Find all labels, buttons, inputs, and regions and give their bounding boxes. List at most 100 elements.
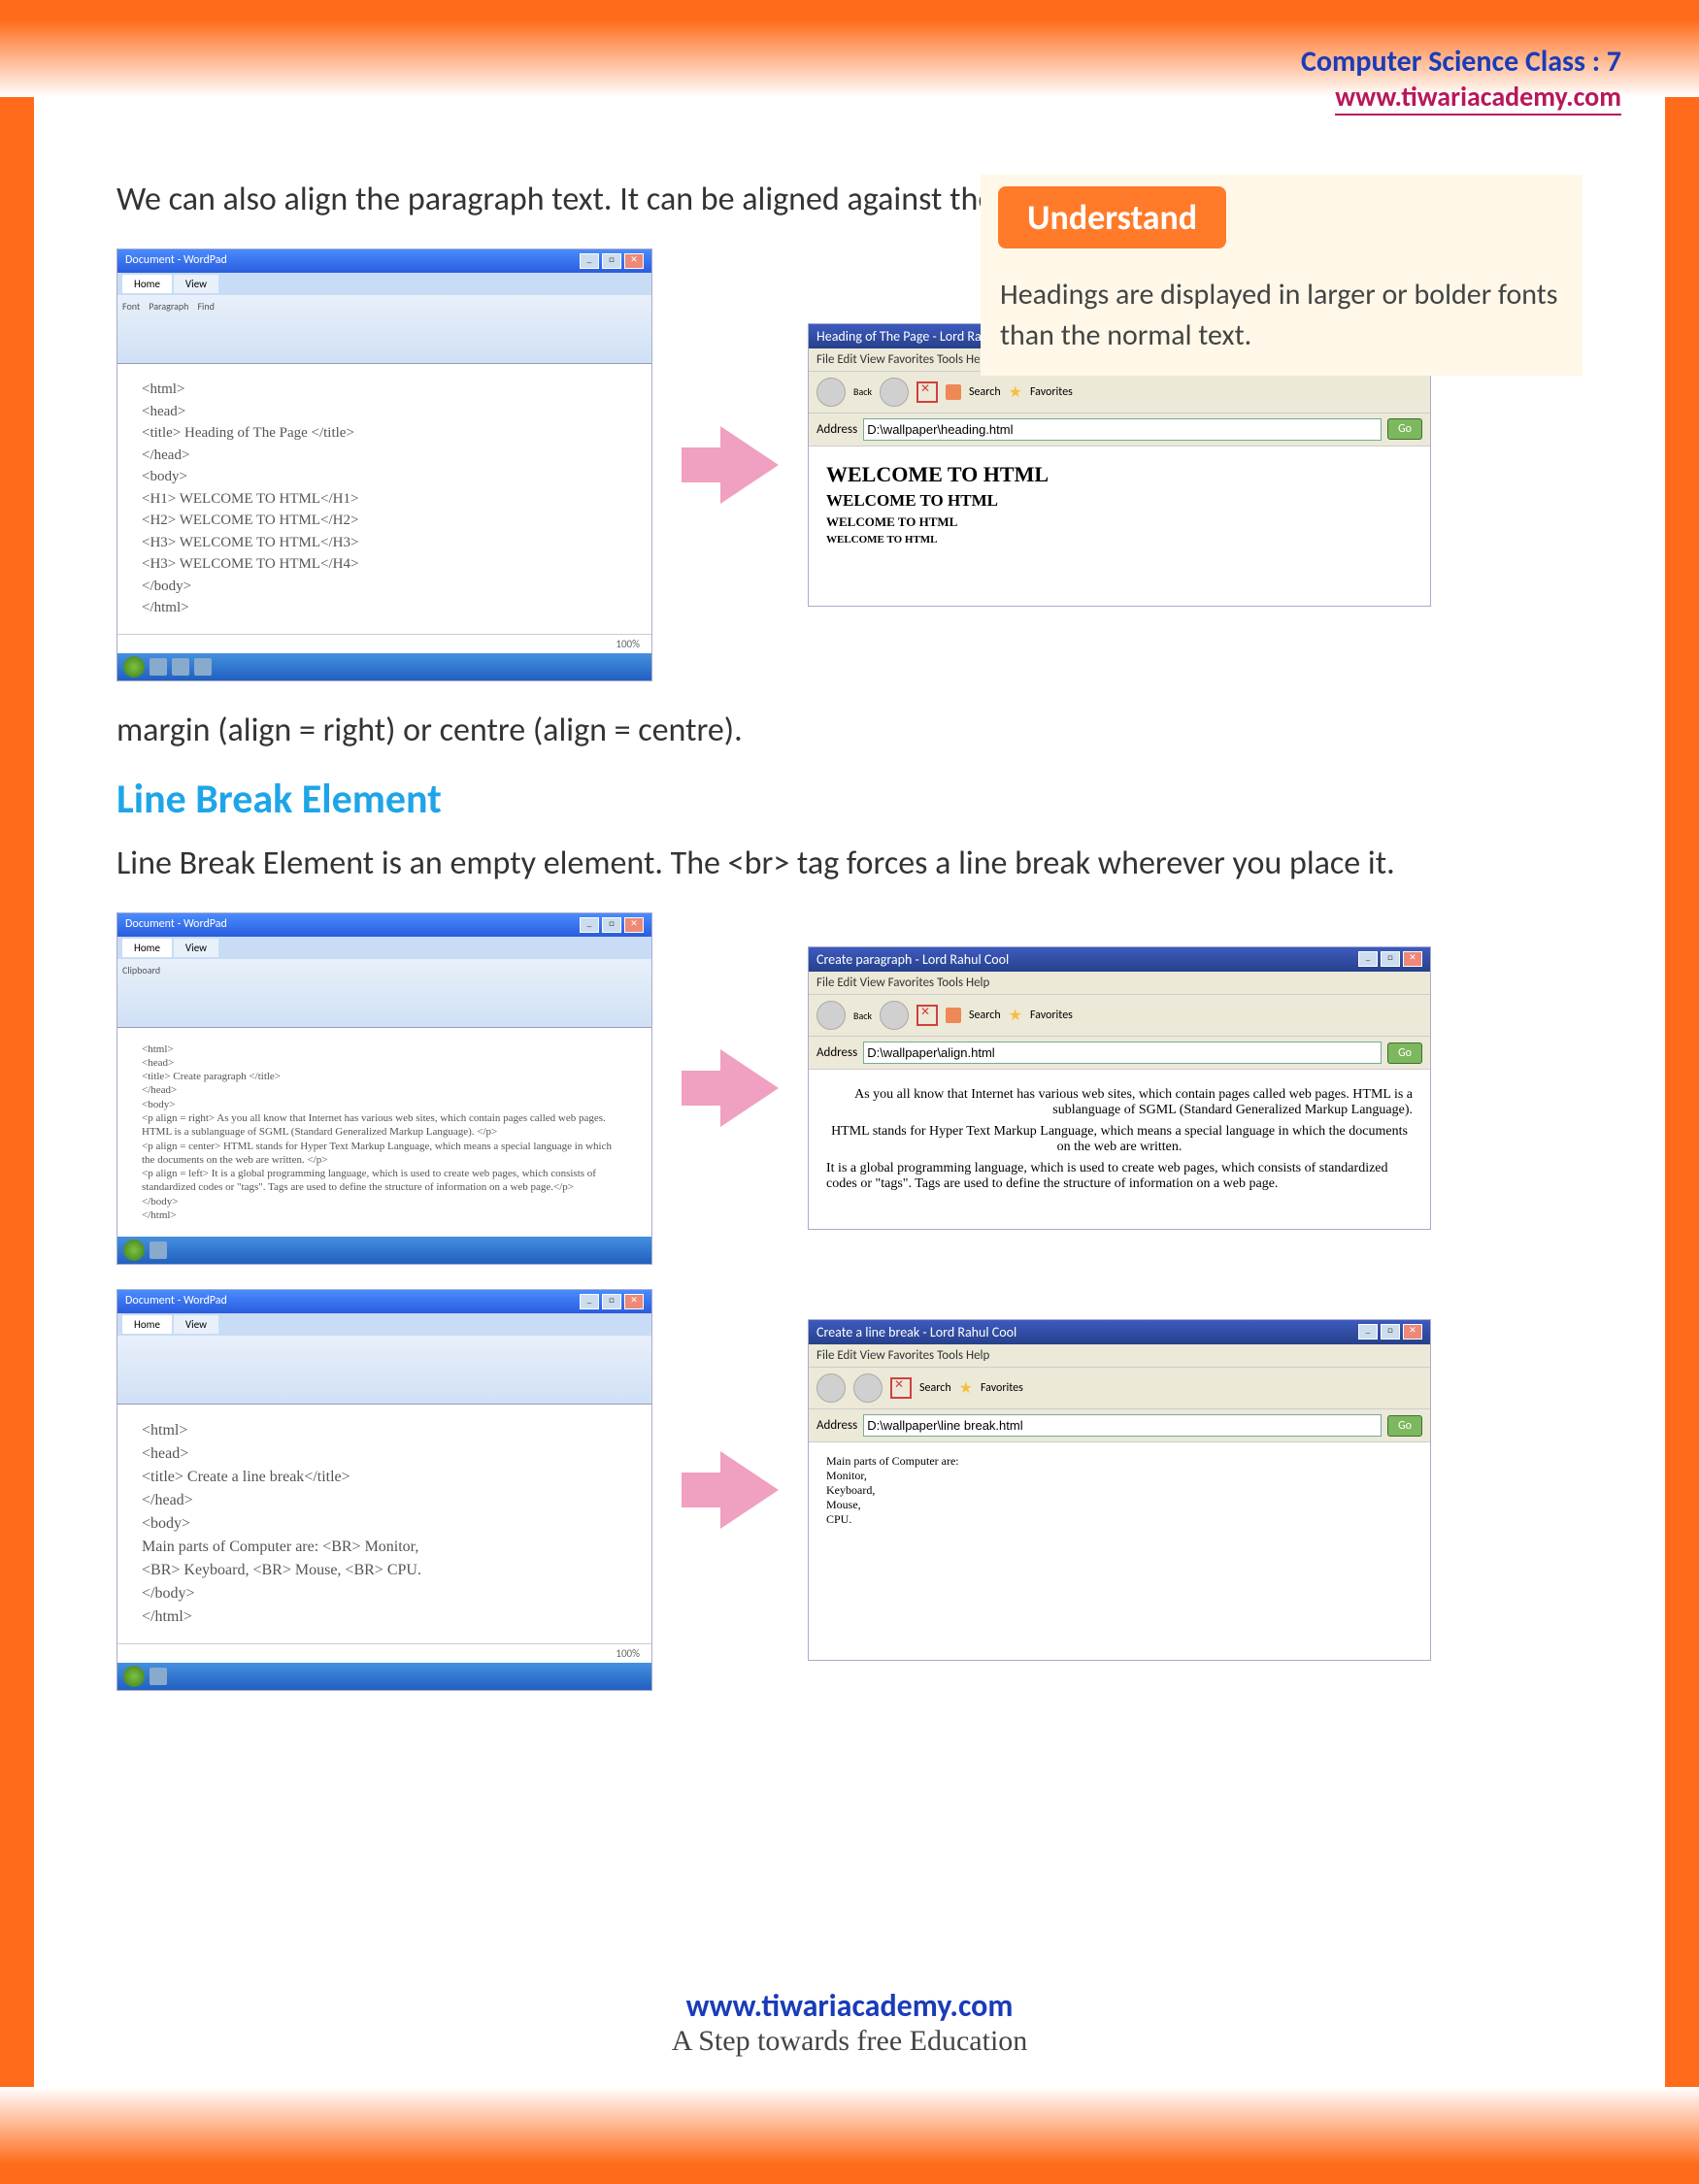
address-input[interactable]: [863, 1042, 1382, 1064]
task-icon[interactable]: [150, 658, 167, 676]
maximize-icon[interactable]: □: [602, 1294, 621, 1309]
wordpad-titlebar: Document - WordPad_□✕: [117, 249, 651, 273]
tab-home[interactable]: Home: [122, 275, 172, 293]
maximize-icon[interactable]: □: [1381, 951, 1400, 967]
clip-group: Clipboard: [122, 964, 160, 976]
go-button[interactable]: Go: [1387, 418, 1422, 440]
close-icon[interactable]: ✕: [1403, 1324, 1422, 1340]
favorites-star-icon[interactable]: ★: [1009, 382, 1022, 402]
refresh-icon[interactable]: [946, 1008, 961, 1023]
forward-button[interactable]: [880, 1001, 909, 1030]
tab-view[interactable]: View: [174, 939, 218, 957]
window-controls: _□✕: [580, 253, 644, 269]
address-input[interactable]: [863, 418, 1382, 441]
search-label[interactable]: Search: [969, 385, 1001, 399]
start-orb-icon[interactable]: [123, 656, 145, 678]
code-area-3: <html> <head> <title> Create a line brea…: [117, 1405, 651, 1643]
code-line: <title> Heading of The Page </title>: [142, 422, 627, 445]
start-orb-icon[interactable]: [123, 1240, 145, 1261]
ie-toolbar: BackSearch★Favorites: [809, 995, 1430, 1037]
close-icon[interactable]: ✕: [624, 917, 644, 933]
taskbar: [117, 1237, 651, 1264]
arrow-icon: [720, 1049, 779, 1127]
tab-home[interactable]: Home: [122, 1315, 172, 1334]
main-content: We can also align the paragraph text. It…: [117, 175, 1582, 1715]
address-bar: AddressGo: [809, 1037, 1430, 1070]
find-btn[interactable]: Find: [197, 300, 214, 313]
code-line: </head>: [142, 445, 627, 467]
example-row-2: Document - WordPad_□✕ HomeView Clipboard…: [117, 912, 1582, 1266]
ribbon-tabs: HomeView: [117, 273, 651, 295]
stop-icon[interactable]: [890, 1377, 912, 1399]
code-line: <BR> Keyboard, <BR> Mouse, <BR> CPU.: [142, 1559, 627, 1582]
refresh-icon[interactable]: [946, 384, 961, 400]
code-line: </body>: [142, 1582, 627, 1605]
code-line: <H3> WELCOME TO HTML</H4>: [142, 553, 627, 576]
class-label: Computer Science Class : 7: [1301, 44, 1621, 80]
code-line: </html>: [142, 597, 627, 619]
para-group: Paragraph: [149, 300, 188, 313]
back-button[interactable]: [816, 1001, 846, 1030]
address-bar: Address Go: [809, 1409, 1430, 1442]
code-line: Main parts of Computer are: <BR> Monitor…: [142, 1536, 627, 1559]
minimize-icon[interactable]: _: [1358, 1324, 1378, 1340]
search-label[interactable]: Search: [919, 1381, 951, 1395]
wordpad-title: Document - WordPad: [125, 1294, 227, 1309]
maximize-icon[interactable]: □: [1381, 1324, 1400, 1340]
forward-button[interactable]: [853, 1373, 883, 1403]
browser-window-3: Create a line break - Lord Rahul Cool_□✕…: [808, 1319, 1431, 1661]
address-input[interactable]: [863, 1414, 1382, 1437]
code-area-1: <html> <head> <title> Heading of The Pag…: [117, 364, 651, 634]
stop-icon[interactable]: [916, 1005, 938, 1026]
address-label: Address: [816, 422, 857, 437]
favorites-star-icon[interactable]: ★: [1009, 1006, 1022, 1025]
document-page: Computer Science Class : 7 www.tiwariaca…: [0, 0, 1699, 2184]
understand-label: Understand: [998, 186, 1226, 248]
code-line: <body>: [142, 1098, 627, 1111]
maximize-icon[interactable]: □: [602, 253, 621, 269]
go-button[interactable]: Go: [1387, 1415, 1422, 1437]
task-icon[interactable]: [150, 1668, 167, 1685]
ie-menu[interactable]: File Edit View Favorites Tools Help: [809, 972, 1430, 995]
understand-text: Headings are displayed in larger or bold…: [981, 260, 1582, 376]
footer-tagline: A Step towards free Education: [0, 2025, 1699, 2058]
minimize-icon[interactable]: _: [580, 253, 599, 269]
border-left: [0, 97, 34, 2087]
start-orb-icon[interactable]: [123, 1666, 145, 1687]
go-button[interactable]: Go: [1387, 1042, 1422, 1064]
forward-button[interactable]: [880, 378, 909, 407]
minimize-icon[interactable]: _: [1358, 951, 1378, 967]
back-button[interactable]: [816, 1373, 846, 1403]
task-icon[interactable]: [172, 658, 189, 676]
page-header: Computer Science Class : 7 www.tiwariaca…: [1301, 44, 1621, 116]
favorites-star-icon[interactable]: ★: [959, 1378, 973, 1398]
tab-home[interactable]: Home: [122, 939, 172, 957]
maximize-icon[interactable]: □: [602, 917, 621, 933]
arrow-icon: [720, 426, 779, 504]
search-label[interactable]: Search: [969, 1009, 1001, 1022]
minimize-icon[interactable]: _: [580, 917, 599, 933]
zoom-status: 100%: [117, 634, 651, 653]
ie-menu[interactable]: File Edit View Favorites Tools Help: [809, 1344, 1430, 1368]
task-icon[interactable]: [150, 1241, 167, 1259]
ribbon-toolbar: Font Paragraph Find: [117, 295, 651, 364]
favorites-label[interactable]: Favorites: [981, 1381, 1023, 1395]
back-button[interactable]: [816, 378, 846, 407]
stop-icon[interactable]: [916, 381, 938, 403]
address-label: Address: [816, 1418, 857, 1433]
code-line: <html>: [142, 1419, 627, 1442]
ie-titlebar: Create paragraph - Lord Rahul Cool_□✕: [809, 947, 1430, 972]
minimize-icon[interactable]: _: [580, 1294, 599, 1309]
arrow-icon: [720, 1451, 779, 1529]
close-icon[interactable]: ✕: [624, 253, 644, 269]
code-line: <title> Create a line break</title>: [142, 1466, 627, 1489]
code-line: <html>: [142, 1042, 627, 1056]
task-icon[interactable]: [194, 658, 212, 676]
tab-view[interactable]: View: [174, 275, 218, 293]
close-icon[interactable]: ✕: [1403, 951, 1422, 967]
ie-titlebar: Create a line break - Lord Rahul Cool_□✕: [809, 1320, 1430, 1344]
favorites-label[interactable]: Favorites: [1030, 385, 1073, 399]
tab-view[interactable]: View: [174, 1315, 218, 1334]
favorites-label[interactable]: Favorites: [1030, 1009, 1073, 1022]
close-icon[interactable]: ✕: [624, 1294, 644, 1309]
